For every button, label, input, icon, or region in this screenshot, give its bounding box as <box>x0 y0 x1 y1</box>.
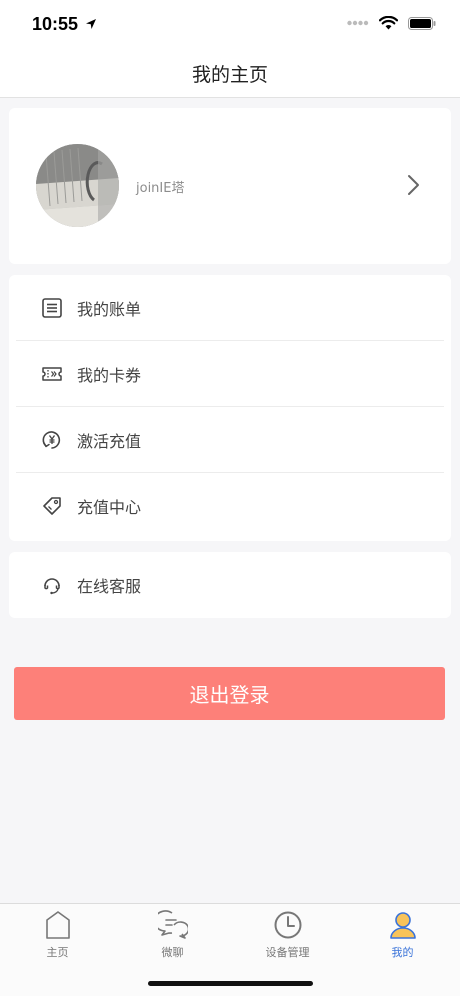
home-indicator <box>148 981 313 986</box>
clock-icon <box>273 910 303 940</box>
status-time: 10:55 <box>32 14 97 35</box>
avatar <box>36 144 119 227</box>
chat-icon <box>157 910 188 940</box>
logout-button[interactable]: 退出登录 <box>14 667 445 720</box>
tab-label: 主页 <box>46 946 69 959</box>
menu-card: 我的账单 我的卡券 激活充值 充值中心 <box>9 275 451 541</box>
profile-card[interactable]: joinIE塔 <box>9 108 451 264</box>
nav-bar: 我的主页 <box>0 50 460 98</box>
menu-item-coupons[interactable]: 我的卡券 <box>16 341 444 407</box>
tab-mine[interactable]: 我的 <box>345 910 460 966</box>
status-time-text: 10:55 <box>32 14 79 34</box>
battery-icon <box>408 16 436 30</box>
tab-label: 微聊 <box>161 946 184 959</box>
location-arrow-icon <box>86 19 97 29</box>
service-card: 在线客服 <box>9 552 451 618</box>
home-icon <box>43 910 73 940</box>
wifi-icon <box>379 16 398 30</box>
menu-item-recharge-center[interactable]: 充值中心 <box>16 473 444 539</box>
status-bar: 10:55 <box>0 0 460 50</box>
menu-item-online-service[interactable]: 在线客服 <box>16 552 444 618</box>
bill-list-icon <box>41 297 63 319</box>
avatar-image <box>36 144 119 227</box>
tab-chat[interactable]: 微聊 <box>115 910 230 966</box>
status-indicators <box>347 16 436 30</box>
menu-item-label: 在线客服 <box>77 577 142 596</box>
tab-device-management[interactable]: 设备管理 <box>230 910 345 966</box>
tab-label: 我的 <box>391 946 414 959</box>
yen-refresh-icon <box>41 429 63 451</box>
ticket-icon <box>41 363 63 385</box>
user-icon <box>388 910 418 940</box>
username: joinIE塔 <box>136 181 185 196</box>
menu-item-label: 我的卡券 <box>77 365 142 385</box>
tab-home[interactable]: 主页 <box>0 910 115 966</box>
price-tag-icon <box>41 495 63 517</box>
menu-item-activate-recharge[interactable]: 激活充值 <box>16 407 444 473</box>
chevron-right-icon[interactable] <box>407 174 421 196</box>
tab-label: 设备管理 <box>265 946 310 959</box>
menu-item-label: 充值中心 <box>77 498 142 517</box>
page-title: 我的主页 <box>191 64 268 86</box>
menu-item-label: 我的账单 <box>77 299 142 319</box>
signal-dots-icon <box>347 20 369 26</box>
headset-icon <box>41 574 63 596</box>
menu-item-label: 激活充值 <box>77 431 142 451</box>
menu-item-bills[interactable]: 我的账单 <box>16 275 444 341</box>
